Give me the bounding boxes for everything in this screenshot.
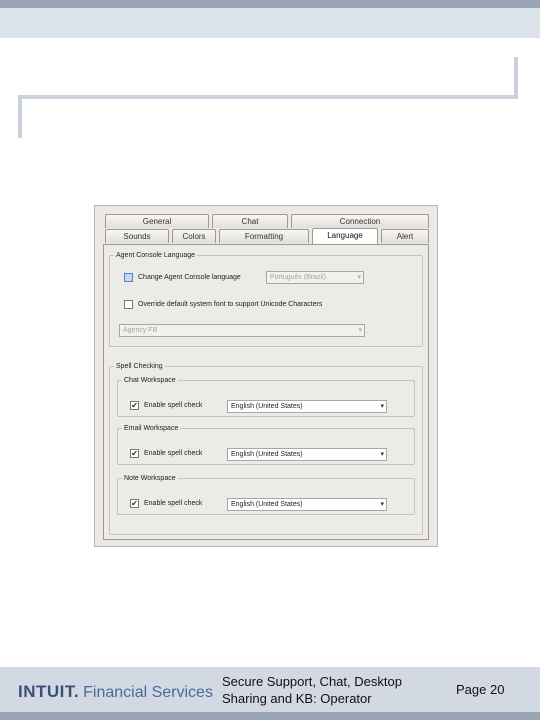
tab-connection[interactable]: Connection (291, 214, 429, 228)
footer-title: Secure Support, Chat, Desktop Sharing an… (222, 673, 402, 707)
tab-formatting[interactable]: Formatting (219, 229, 309, 243)
chat-spell-row: ✔ Enable spell check (130, 401, 202, 410)
unicode-font-select[interactable]: Agency FB ▾ (119, 324, 365, 337)
email-workspace-legend: Email Workspace (124, 425, 179, 432)
logo-subtitle: Financial Services (83, 684, 213, 701)
page-number: Page 20 (456, 682, 505, 697)
footer-title-line1: Secure Support, Chat, Desktop (222, 674, 402, 689)
console-language-value: Português (Brazil) (270, 274, 327, 281)
override-font-row: Override default system font to support … (124, 300, 322, 309)
tab-alert[interactable]: Alert (381, 229, 429, 243)
note-spell-label: Enable spell check (144, 500, 203, 507)
chevron-down-icon: ▾ (380, 501, 384, 508)
chat-spell-label: Enable spell check (144, 402, 203, 409)
chat-dictionary-select[interactable]: English (United States) ▾ (227, 400, 387, 413)
check-icon: ✔ (131, 400, 138, 410)
chevron-down-icon: ▾ (358, 327, 362, 334)
email-dictionary-select[interactable]: English (United States) ▾ (227, 448, 387, 461)
tab-language[interactable]: Language (312, 228, 378, 244)
email-dictionary-value: English (United States) (231, 451, 303, 458)
tab-colors[interactable]: Colors (172, 229, 216, 243)
email-spell-row: ✔ Enable spell check (130, 449, 202, 458)
note-dictionary-value: English (United States) (231, 501, 303, 508)
chat-spell-checkbox[interactable]: ✔ (130, 401, 139, 410)
note-dictionary-select[interactable]: English (United States) ▾ (227, 498, 387, 511)
change-language-checkbox[interactable] (124, 273, 133, 282)
chevron-down-icon: ▾ (380, 403, 384, 410)
spell-checking-legend: Spell Checking (116, 363, 163, 370)
check-icon: ✔ (131, 448, 138, 458)
note-spell-checkbox[interactable]: ✔ (130, 499, 139, 508)
email-spell-label: Enable spell check (144, 450, 203, 457)
agent-console-language-legend: Agent Console Language (116, 252, 196, 259)
decorative-rule (18, 95, 518, 99)
chat-dictionary-value: English (United States) (231, 403, 303, 410)
change-language-label: Change Agent Console language (138, 274, 241, 281)
language-panel: Agent Console Language Change Agent Cons… (103, 244, 429, 540)
tab-chat[interactable]: Chat (212, 214, 288, 228)
footer-band (0, 712, 540, 720)
console-language-select[interactable]: Português (Brazil) ▾ (266, 271, 364, 284)
intuit-logo: INTUIT. Financial Services (18, 682, 213, 702)
change-language-row: Change Agent Console language (124, 273, 241, 282)
override-font-checkbox[interactable] (124, 300, 133, 309)
override-font-label: Override default system font to support … (138, 301, 323, 308)
tab-general[interactable]: General (105, 214, 209, 228)
decorative-rule (514, 57, 518, 99)
note-spell-row: ✔ Enable spell check (130, 499, 202, 508)
check-icon: ✔ (131, 498, 138, 508)
chat-workspace-legend: Chat Workspace (124, 377, 176, 384)
chevron-down-icon: ▾ (357, 274, 361, 281)
unicode-font-value: Agency FB (123, 327, 158, 334)
footer-title-line2: Sharing and KB: Operator (222, 691, 372, 706)
tab-sounds[interactable]: Sounds (105, 229, 169, 243)
logo-brand: INTUIT. (18, 682, 80, 701)
chevron-down-icon: ▾ (380, 451, 384, 458)
top-band (0, 0, 540, 8)
top-band-light (0, 8, 540, 38)
note-workspace-legend: Note Workspace (124, 475, 176, 482)
email-spell-checkbox[interactable]: ✔ (130, 449, 139, 458)
options-dialog: General Chat Connection Sounds Colors Fo… (94, 205, 438, 547)
decorative-rule (18, 95, 22, 138)
